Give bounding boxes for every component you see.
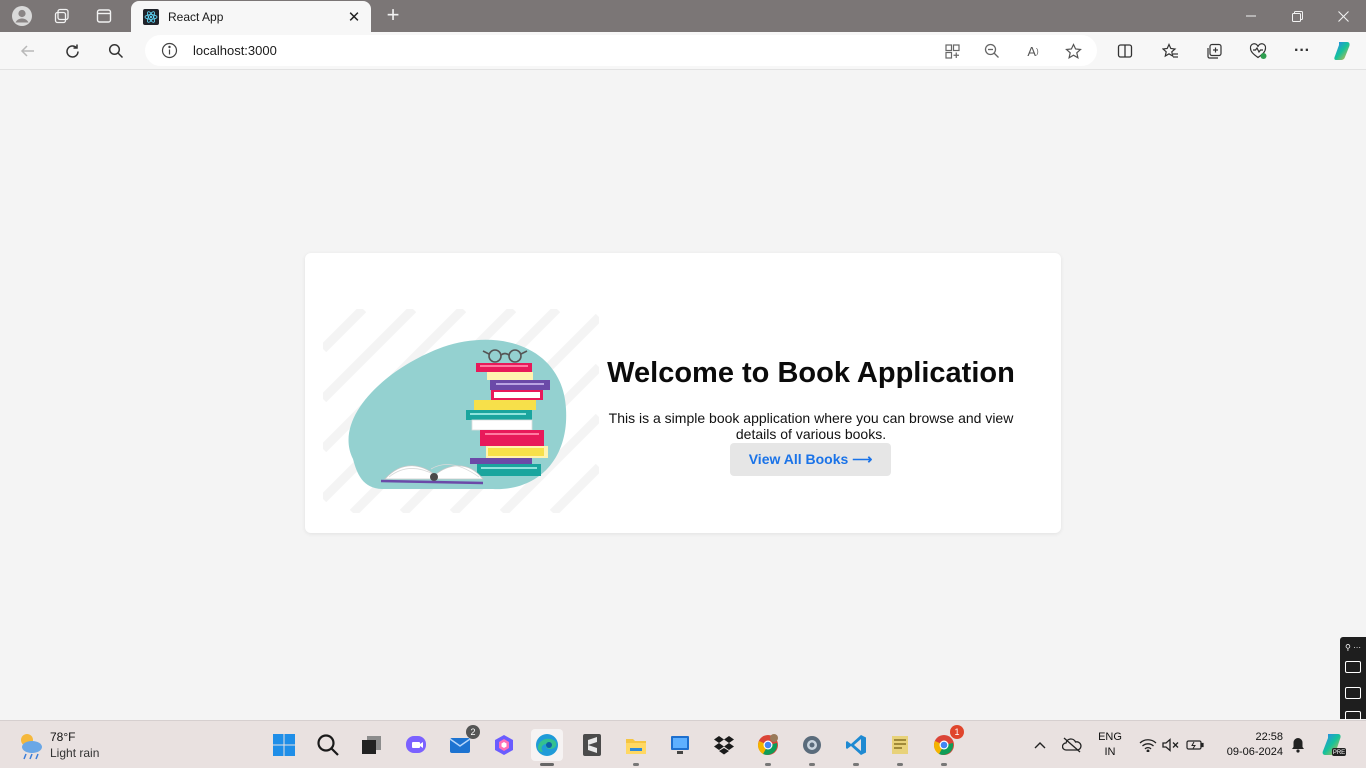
teams-chat-icon[interactable] xyxy=(400,729,432,761)
chrome-icon[interactable]: 1 xyxy=(928,725,964,766)
camera-icon[interactable] xyxy=(1345,661,1361,673)
app-available-icon[interactable] xyxy=(942,41,962,61)
copilot-app-icon[interactable] xyxy=(488,729,520,761)
browser-toolbar: localhost:3000 A) ··· xyxy=(0,32,1366,70)
view-all-books-button[interactable]: View All Books ⟶ xyxy=(730,443,891,476)
welcome-content: Welcome to Book Application This is a si… xyxy=(601,253,1021,533)
close-tab-icon[interactable]: ✕ xyxy=(344,7,364,27)
browser-titlebar: React App ✕ + xyxy=(0,0,1366,32)
notification-bell-icon[interactable] xyxy=(1288,721,1308,768)
task-view-icon[interactable] xyxy=(356,729,388,761)
restore-window-icon[interactable] xyxy=(1274,0,1320,32)
chrome-profile-icon[interactable] xyxy=(752,729,784,766)
vertical-tabs-icon[interactable] xyxy=(90,4,118,28)
new-tab-plus-icon[interactable]: + xyxy=(381,4,405,28)
welcome-card: Welcome to Book Application This is a si… xyxy=(305,253,1061,533)
file-explorer-icon[interactable] xyxy=(620,729,652,766)
settings-gear-icon[interactable] xyxy=(796,729,828,766)
browser-tab-active[interactable]: React App ✕ xyxy=(131,1,371,32)
weather-condition[interactable]: Light rain xyxy=(50,746,99,760)
system-clock[interactable]: 22:58 09-06-2024 xyxy=(1213,730,1283,760)
dropbox-icon[interactable] xyxy=(708,729,740,761)
weather-rain-icon[interactable] xyxy=(16,730,46,760)
pin-more-icon[interactable]: ⚲ ··· xyxy=(1345,643,1365,652)
zoom-out-icon[interactable] xyxy=(982,41,1002,61)
search-icon[interactable] xyxy=(102,37,130,65)
url-text[interactable]: localhost:3000 xyxy=(193,43,277,58)
weather-temperature[interactable]: 78°F xyxy=(50,730,75,744)
windows-start-icon[interactable] xyxy=(268,729,300,761)
wifi-icon[interactable] xyxy=(1137,721,1159,768)
notepad-folder-icon[interactable] xyxy=(884,729,916,766)
react-logo-icon xyxy=(143,8,159,25)
profile-avatar-icon[interactable] xyxy=(8,4,36,28)
copilot-preview-icon[interactable]: PRE xyxy=(1318,721,1350,768)
book-stack-illustration xyxy=(319,305,603,517)
read-aloud-icon[interactable]: A) xyxy=(1023,41,1043,61)
settings-more-icon[interactable]: ··· xyxy=(1288,37,1316,65)
volume-muted-icon[interactable] xyxy=(1160,721,1182,768)
language-line1: ENG xyxy=(1098,731,1122,743)
page-description: This is a simple book application where … xyxy=(608,410,1014,442)
vscode-icon[interactable] xyxy=(840,729,872,766)
battery-charging-icon[interactable] xyxy=(1184,721,1206,768)
video-icon[interactable] xyxy=(1345,687,1361,699)
side-tools-panel: ⚲ ··· xyxy=(1340,637,1366,723)
chrome-badge: 1 xyxy=(950,725,964,739)
mail-badge: 2 xyxy=(466,725,480,739)
onedrive-offline-icon[interactable] xyxy=(1061,721,1083,768)
favorite-star-icon[interactable] xyxy=(1063,41,1083,61)
page-viewport: Welcome to Book Application This is a si… xyxy=(4,71,1362,716)
windows-taskbar: 78°F Light rain 2 1 ENG IN 22:58 09-06-2… xyxy=(0,720,1366,768)
page-title: Welcome to Book Application xyxy=(607,357,1015,389)
svg-text:PRE: PRE xyxy=(1333,750,1345,756)
sublime-text-icon[interactable] xyxy=(576,729,608,761)
language-indicator[interactable]: ENG IN xyxy=(1096,730,1124,760)
close-window-icon[interactable] xyxy=(1320,0,1366,32)
back-arrow-icon[interactable] xyxy=(14,37,42,65)
workspaces-icon[interactable] xyxy=(48,4,76,28)
language-line2: IN xyxy=(1104,746,1116,758)
address-bar[interactable]: localhost:3000 A) xyxy=(145,35,1097,66)
copilot-icon[interactable] xyxy=(1330,37,1358,65)
clock-date: 09-06-2024 xyxy=(1226,746,1283,758)
tab-title: React App xyxy=(168,9,224,24)
browser-essentials-icon[interactable] xyxy=(1244,37,1272,65)
collections-icon[interactable] xyxy=(1200,37,1228,65)
refresh-icon[interactable] xyxy=(58,37,86,65)
mail-icon[interactable]: 2 xyxy=(444,725,480,761)
minimize-window-icon[interactable] xyxy=(1228,0,1274,32)
site-info-icon[interactable] xyxy=(161,42,178,59)
clock-time: 22:58 xyxy=(1255,731,1283,743)
taskbar-search-icon[interactable] xyxy=(312,729,344,761)
split-screen-icon[interactable] xyxy=(1111,37,1139,65)
edge-browser-icon[interactable] xyxy=(531,729,563,766)
remote-desktop-icon[interactable] xyxy=(664,729,696,761)
show-hidden-icons-chevron-icon[interactable] xyxy=(1030,721,1050,768)
favorites-icon[interactable] xyxy=(1156,37,1184,65)
